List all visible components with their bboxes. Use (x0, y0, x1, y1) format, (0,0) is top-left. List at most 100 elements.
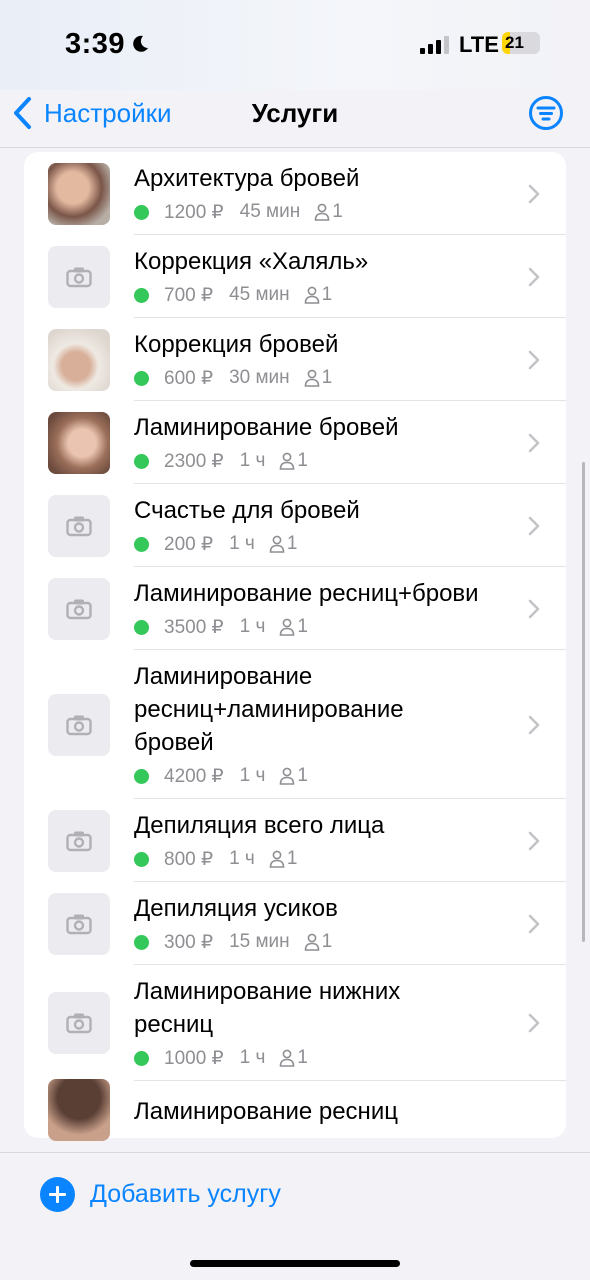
add-service-button[interactable]: Добавить услугу (40, 1177, 281, 1212)
scrollbar[interactable] (582, 462, 585, 942)
plus-circle-icon (40, 1177, 75, 1212)
photo-placeholder (48, 992, 110, 1054)
battery-level: 21 (505, 33, 524, 52)
service-info: Ламинирование нижних ресниц 1000 ₽ 1 ч 1 (134, 965, 518, 1081)
service-meta: 700 ₽ 45 мин 1 (134, 282, 518, 308)
service-price: 2300 ₽ (164, 450, 224, 472)
service-row[interactable]: Депиляция всего лица 800 ₽ 1 ч 1 (24, 799, 566, 882)
photo-placeholder (48, 693, 110, 756)
service-name: Коррекция бровей (134, 331, 339, 358)
navigation-bar: Настройки Услуги (0, 90, 590, 148)
status-time: 3:39 (65, 28, 126, 60)
service-staff-count: 1 (297, 765, 308, 786)
active-status-dot (134, 370, 149, 386)
active-status-dot (134, 934, 149, 950)
camera-icon (66, 914, 92, 934)
person-icon (280, 452, 295, 470)
service-meta: 1000 ₽ 1 ч 1 (134, 1045, 518, 1071)
service-row[interactable]: Счастье для бровей 200 ₽ 1 ч 1 (24, 484, 566, 567)
home-indicator[interactable] (190, 1260, 400, 1267)
service-row[interactable]: Ламинирование ресниц+ламинирование брове… (24, 650, 566, 799)
service-name: Ламинирование нижних ресниц (134, 978, 401, 1038)
chevron-right-icon (528, 1013, 540, 1033)
chevron-right-icon (528, 599, 540, 618)
service-name: Депиляция всего лица (134, 812, 385, 839)
service-staff-count: 1 (321, 284, 333, 305)
active-status-dot (134, 1050, 149, 1066)
service-name: Депиляция усиков (134, 895, 338, 922)
service-staff-count: 1 (297, 450, 308, 471)
service-name: Ламинирование бровей (134, 414, 399, 441)
service-staff-count: 1 (286, 848, 298, 869)
service-row[interactable]: Ламинирование ресниц (24, 1078, 566, 1141)
service-duration: 1 ч (229, 848, 255, 869)
service-price: 1000 ₽ (164, 1047, 224, 1069)
status-bar: 3:39 LTE 21 (0, 0, 590, 90)
service-price: 200 ₽ (164, 533, 214, 555)
person-icon (269, 850, 285, 868)
service-meta: 800 ₽ 1 ч 1 (134, 846, 518, 872)
service-duration: 45 мин (229, 284, 290, 305)
photo-placeholder (48, 245, 110, 308)
filter-icon[interactable] (528, 95, 564, 131)
service-photo (48, 1078, 110, 1141)
service-info: Ламинирование ресниц+брови 3500 ₽ 1 ч 1 (134, 567, 518, 650)
service-name: Ламинирование ресниц (134, 1098, 398, 1125)
person-icon (314, 203, 330, 221)
active-status-dot (134, 768, 149, 784)
camera-icon (66, 1013, 92, 1034)
service-meta: 1200 ₽ 45 мин 1 (134, 199, 518, 225)
service-row[interactable]: Ламинирование бровей 2300 ₽ 1 ч 1 (24, 401, 566, 484)
camera-icon (66, 516, 92, 536)
moon-icon (133, 35, 148, 52)
service-info: Депиляция усиков 300 ₽ 15 мин 1 (134, 882, 518, 965)
service-duration: 1 ч (239, 616, 266, 637)
camera-icon (66, 715, 92, 735)
camera-icon (66, 267, 92, 287)
service-photo (48, 162, 110, 225)
service-duration: 1 ч (239, 450, 266, 471)
chevron-right-icon (528, 914, 540, 933)
person-icon (269, 535, 285, 553)
service-price: 800 ₽ (164, 848, 214, 870)
photo-placeholder (48, 809, 110, 872)
service-row[interactable]: Коррекция бровей 600 ₽ 30 мин 1 (24, 318, 566, 401)
service-row[interactable]: Архитектура бровей 1200 ₽ 45 мин 1 (24, 152, 566, 235)
person-icon (280, 1049, 295, 1067)
service-photo (48, 411, 110, 474)
service-price: 300 ₽ (164, 931, 214, 953)
service-price: 1200 ₽ (164, 201, 224, 223)
service-name: Архитектура бровей (134, 165, 360, 192)
chevron-right-icon (528, 350, 540, 369)
chevron-right-icon (528, 831, 540, 850)
service-price: 700 ₽ (164, 284, 214, 306)
service-meta: 200 ₽ 1 ч 1 (134, 531, 518, 557)
service-row[interactable]: Депиляция усиков 300 ₽ 15 мин 1 (24, 882, 566, 965)
photo-placeholder (48, 494, 110, 557)
service-staff-count: 1 (297, 1047, 308, 1068)
camera-icon (66, 599, 92, 619)
service-row[interactable]: Ламинирование ресниц+брови 3500 ₽ 1 ч 1 (24, 567, 566, 650)
service-info: Коррекция бровей 600 ₽ 30 мин 1 (134, 318, 518, 401)
active-status-dot (134, 453, 149, 469)
service-info: Ламинирование бровей 2300 ₽ 1 ч 1 (134, 401, 518, 484)
service-info: Ламинирование ресниц (134, 1081, 518, 1138)
chevron-right-icon (528, 715, 540, 734)
service-meta: 2300 ₽ 1 ч 1 (134, 448, 518, 474)
service-row[interactable]: Ламинирование нижних ресниц 1000 ₽ 1 ч 1 (24, 965, 566, 1081)
services-list[interactable]: Архитектура бровей 1200 ₽45 мин 1 Коррекция… (0, 148, 590, 1152)
service-row[interactable]: Коррекция «Халяль» 700 ₽ 45 мин 1 (24, 235, 566, 318)
add-service-label: Добавить услугу (90, 1180, 281, 1208)
service-meta: 300 ₽ 15 мин 1 (134, 929, 518, 955)
service-name: Счастье для бровей (134, 497, 360, 524)
person-icon (280, 767, 295, 785)
active-status-dot (134, 536, 149, 552)
service-duration: 30 мин (229, 367, 290, 388)
service-duration: 15 мин (229, 931, 290, 952)
service-info: Депиляция всего лица 800 ₽ 1 ч 1 (134, 799, 518, 882)
active-status-dot (134, 204, 149, 220)
service-staff-count: 1 (286, 533, 298, 554)
bottom-bar: Добавить услугу (0, 1152, 590, 1280)
network-type: LTE (459, 32, 499, 57)
active-status-dot (134, 287, 149, 303)
